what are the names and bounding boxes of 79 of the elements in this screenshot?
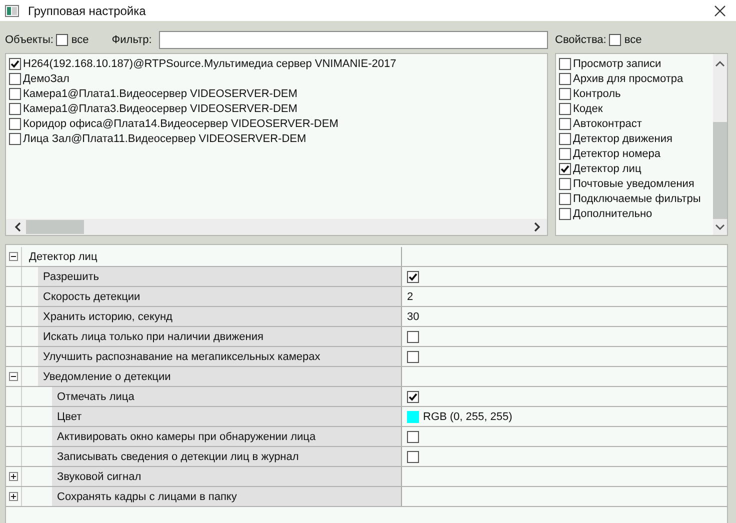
property-name: Активировать окно камеры при обнаружении лица <box>52 427 401 446</box>
list-item[interactable]: Автоконтраст <box>573 118 642 130</box>
list-item[interactable]: Камера1@Плата3.Видеосервер VIDEOSERVER-DEM <box>23 102 298 114</box>
property-name: Детектор лиц <box>28 250 98 264</box>
all-label: все <box>71 34 89 46</box>
property-value: 2 <box>407 290 414 302</box>
expand-icon[interactable] <box>9 492 18 501</box>
property-name: Уведомление о детекции <box>38 367 401 386</box>
checkbox[interactable] <box>609 34 622 46</box>
window-icon <box>5 4 19 16</box>
property-name: Хранить историю, секунд <box>38 307 401 326</box>
property-value: 30 <box>407 310 420 322</box>
list-item[interactable]: Дополнительно <box>573 208 652 220</box>
property-name: Разрешить <box>38 267 401 286</box>
list-item[interactable]: Кодек <box>573 102 603 114</box>
list-item[interactable]: Коридор офиса@Плата14.Видеосервер VIDEOSERVER-DEM <box>23 118 338 130</box>
checkbox[interactable] <box>9 88 21 100</box>
chevron-down-icon[interactable] <box>715 223 725 231</box>
vertical-scrollbar[interactable] <box>713 54 727 235</box>
close-icon[interactable] <box>714 4 726 16</box>
list-item[interactable]: Подключаемые фильтры <box>573 192 701 204</box>
property-name: Улучшить распознавание на мегапиксельных камерах <box>38 347 401 366</box>
checkbox[interactable] <box>559 148 571 160</box>
properties-label: Свойства: <box>555 34 606 46</box>
window-title: Групповая настройка <box>28 4 147 18</box>
checkbox[interactable] <box>9 58 21 70</box>
chevron-left-icon[interactable] <box>14 222 22 232</box>
list-item[interactable]: Лица Зал@Плата11.Видеосервер VIDEOSERVER-DEM <box>23 132 306 144</box>
property-name: Сохранять кадры с лицами в папку <box>52 487 401 506</box>
checkbox[interactable] <box>407 450 419 462</box>
checkbox[interactable] <box>9 72 21 84</box>
list-item[interactable]: Просмотр записи <box>573 58 662 70</box>
property-value: RGB (0, 255, 255) <box>423 410 512 422</box>
property-name: Записывать сведения о детекции лиц в журнал <box>52 447 401 466</box>
chevron-up-icon[interactable] <box>715 60 725 68</box>
property-name: Искать лица только при наличии движения <box>38 327 401 346</box>
checkbox[interactable] <box>9 118 21 130</box>
list-item[interactable]: Камера1@Плата1.Видеосервер VIDEOSERVER-DEM <box>23 88 298 100</box>
list-item[interactable]: Почтовые уведомления <box>573 178 694 190</box>
checkbox[interactable] <box>9 102 21 114</box>
chevron-right-icon[interactable] <box>533 222 541 232</box>
property-name: Отмечать лица <box>52 387 401 406</box>
checkbox[interactable] <box>56 34 68 46</box>
all-label: все <box>624 34 642 46</box>
checkbox[interactable] <box>407 350 419 362</box>
checkbox[interactable] <box>9 132 21 144</box>
checkbox[interactable] <box>559 132 571 144</box>
checkbox[interactable] <box>559 58 571 70</box>
checkbox[interactable] <box>559 192 571 204</box>
list-item[interactable]: Архив для просмотра <box>573 72 684 84</box>
property-name: Цвет <box>52 407 401 426</box>
scrollbar-thumb[interactable] <box>713 122 727 219</box>
collapse-icon[interactable] <box>9 372 18 381</box>
checkbox[interactable] <box>559 162 571 174</box>
objects-label: Объекты: <box>5 34 54 46</box>
scrollbar-thumb[interactable] <box>26 220 84 234</box>
property-name: Звуковой сигнал <box>52 467 401 486</box>
list-item[interactable]: Детектор лиц <box>573 162 642 174</box>
list-item[interactable]: Детектор движения <box>573 132 672 144</box>
list-item[interactable]: Детектор номера <box>573 148 660 160</box>
checkbox[interactable] <box>559 102 571 114</box>
filter-label: Фильтр: <box>112 34 152 46</box>
property-name: Скорость детекции <box>38 287 401 306</box>
checkbox[interactable] <box>407 430 419 442</box>
list-item[interactable]: Контроль <box>573 88 621 100</box>
checkbox[interactable] <box>559 88 571 100</box>
checkbox[interactable] <box>559 208 571 220</box>
horizontal-scrollbar[interactable] <box>6 219 547 235</box>
checkbox[interactable] <box>407 270 419 282</box>
checkbox[interactable] <box>407 390 419 402</box>
checkbox[interactable] <box>559 118 571 130</box>
collapse-icon[interactable] <box>9 252 18 261</box>
list-item[interactable]: H264(192.168.10.187)@RTPSource.Мультимедиа сервер VNIMANIE-2017 <box>23 58 396 70</box>
filter-field[interactable] <box>158 31 548 49</box>
checkbox[interactable] <box>559 178 571 190</box>
checkbox[interactable] <box>559 72 571 84</box>
checkbox[interactable] <box>407 330 419 342</box>
list-item[interactable]: ДемоЗал <box>23 72 70 84</box>
expand-icon[interactable] <box>9 472 18 481</box>
